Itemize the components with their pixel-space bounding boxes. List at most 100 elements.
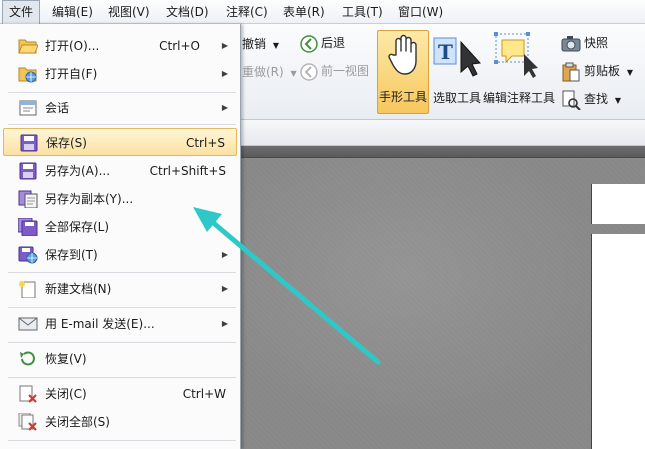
menu-item-open-from[interactable]: 打开自(F) ▶ xyxy=(0,60,240,88)
menu-item-save-copy[interactable]: 另存为副本(Y)... xyxy=(0,185,240,213)
menu-item-label: 另存为副本(Y)... xyxy=(45,192,134,206)
find-icon xyxy=(562,90,581,110)
menu-item-label: 保存到(T) xyxy=(45,248,98,262)
folder-open-icon xyxy=(18,39,38,54)
back-label: 后退 xyxy=(321,36,346,50)
menu-item-open[interactable]: 打开(O)... Ctrl+O ▶ xyxy=(0,32,240,60)
chevron-down-icon: ▼ xyxy=(290,69,297,78)
save-as-icon xyxy=(19,162,37,180)
redo-button[interactable]: 重做(R) ▼ xyxy=(242,62,297,82)
undo-label: 撤销 xyxy=(242,37,267,51)
snapshot-button[interactable]: 快照 xyxy=(561,33,608,53)
find-button[interactable]: 查找 ▼ xyxy=(561,89,621,110)
snapshot-label: 快照 xyxy=(584,36,609,50)
menu-item-label: 会话 xyxy=(45,101,70,115)
shortcut-label: Ctrl+W xyxy=(182,387,226,401)
text-select-icon: T xyxy=(433,37,481,77)
clipboard-icon xyxy=(562,62,580,81)
menu-separator xyxy=(8,342,236,343)
save-to-icon xyxy=(18,246,38,264)
prev-view-button[interactable]: 前一视图 xyxy=(300,61,369,81)
menu-separator xyxy=(8,124,236,125)
close-all-icon xyxy=(18,413,37,431)
menu-item-save[interactable]: 保存(S) Ctrl+S xyxy=(3,128,237,156)
submenu-arrow-icon: ▶ xyxy=(221,284,228,293)
annotate-icon xyxy=(494,32,538,78)
save-copy-icon xyxy=(18,190,38,208)
submenu-arrow-icon: ▶ xyxy=(221,103,228,112)
chevron-down-icon: ▼ xyxy=(272,41,279,50)
menu-bar: 文件 编辑(E) 视图(V) 文档(D) 注释(C) 表单(R) 工具(T) 窗… xyxy=(0,0,645,25)
clipboard-button[interactable]: 剪贴板 ▼ xyxy=(561,61,633,81)
clipboard-label: 剪贴板 xyxy=(584,64,621,78)
menu-item-close-all[interactable]: 关闭全部(S) xyxy=(0,408,240,436)
menu-separator xyxy=(8,377,236,378)
select-tool-label: 选取工具 xyxy=(432,91,481,105)
svg-text:T: T xyxy=(438,40,453,64)
menu-separator xyxy=(8,272,236,273)
hand-icon xyxy=(388,34,417,75)
camera-icon xyxy=(561,35,581,51)
menu-item-label: 打开(O)... xyxy=(45,39,100,53)
restore-icon xyxy=(20,351,35,366)
back-arrow-icon xyxy=(300,34,318,53)
menu-window[interactable]: 窗口(W) xyxy=(398,0,443,24)
menu-item-label: 恢复(V) xyxy=(45,352,87,366)
shortcut-label: Ctrl+S xyxy=(185,136,225,150)
prev-view-label: 前一视图 xyxy=(321,64,370,78)
menu-file[interactable]: 文件 xyxy=(2,0,41,25)
menu-item-new-document[interactable]: 新建文档(N) ▶ xyxy=(0,275,240,303)
menu-separator xyxy=(8,440,236,441)
menu-item-label: 用 E-mail 发送(E)... xyxy=(45,317,155,331)
menu-form[interactable]: 表单(R) xyxy=(283,0,325,24)
redo-label: 重做(R) xyxy=(242,65,284,79)
menu-view[interactable]: 视图(V) xyxy=(108,0,150,24)
back-button[interactable]: 后退 xyxy=(300,33,345,53)
chevron-down-icon: ▼ xyxy=(614,96,621,105)
menu-item-label: 关闭(C) xyxy=(45,387,87,401)
menu-item-save-as[interactable]: 另存为(A)... Ctrl+Shift+S xyxy=(0,157,240,185)
menu-comment[interactable]: 注释(C) xyxy=(226,0,268,24)
hand-tool-label: 手形工具 xyxy=(378,90,427,104)
menu-tools[interactable]: 工具(T) xyxy=(342,0,383,24)
menu-item-session[interactable]: 会话 ▶ xyxy=(0,94,240,122)
menu-document[interactable]: 文档(D) xyxy=(166,0,209,24)
file-menu-dropdown: 打开(O)... Ctrl+O ▶ 打开自(F) ▶ 会话 ▶ 保存(S) Ct… xyxy=(0,24,241,449)
session-icon xyxy=(19,100,37,116)
menu-item-save-all[interactable]: 全部保存(L) xyxy=(0,213,240,241)
document-page[interactable] xyxy=(591,184,645,224)
menu-item-label: 另存为(A)... xyxy=(45,164,111,178)
document-top-strip xyxy=(240,146,645,158)
menu-item-label: 打开自(F) xyxy=(45,67,98,81)
prev-view-icon xyxy=(300,62,318,81)
annotate-tool-button[interactable]: 编辑注释工具 xyxy=(483,30,555,114)
new-document-icon xyxy=(19,281,36,298)
menu-separator xyxy=(8,307,236,308)
find-label: 查找 xyxy=(584,92,609,106)
shortcut-label: Ctrl+Shift+S xyxy=(149,164,226,178)
menu-item-save-to[interactable]: 保存到(T) ▶ xyxy=(0,241,240,269)
submenu-arrow-icon: ▶ xyxy=(221,41,228,50)
document-background xyxy=(240,158,645,449)
save-icon xyxy=(20,134,38,152)
menu-item-email[interactable]: 用 E-mail 发送(E)... ▶ xyxy=(0,310,240,338)
undo-button[interactable]: 撤销 ▼ xyxy=(242,34,279,54)
submenu-arrow-icon: ▶ xyxy=(221,69,228,78)
menu-item-restore[interactable]: 恢复(V) xyxy=(0,345,240,373)
menu-item-label: 全部保存(L) xyxy=(45,220,110,234)
chevron-down-icon: ▼ xyxy=(626,68,633,77)
close-document-icon xyxy=(19,385,37,403)
hand-tool-button[interactable]: 手形工具 xyxy=(377,30,429,114)
menu-item-label: 新建文档(N) xyxy=(45,282,112,296)
document-page[interactable] xyxy=(591,234,645,449)
menu-separator xyxy=(8,92,236,93)
folder-globe-icon xyxy=(18,67,37,83)
menu-item-label: 保存(S) xyxy=(46,136,87,150)
menu-edit[interactable]: 编辑(E) xyxy=(52,0,93,24)
submenu-arrow-icon: ▶ xyxy=(221,319,228,328)
submenu-arrow-icon: ▶ xyxy=(221,250,228,259)
menu-item-close[interactable]: 关闭(C) Ctrl+W xyxy=(0,380,240,408)
select-tool-button[interactable]: T 选取工具 xyxy=(431,30,483,114)
menu-item-label: 关闭全部(S) xyxy=(45,415,110,429)
email-icon xyxy=(18,317,38,331)
